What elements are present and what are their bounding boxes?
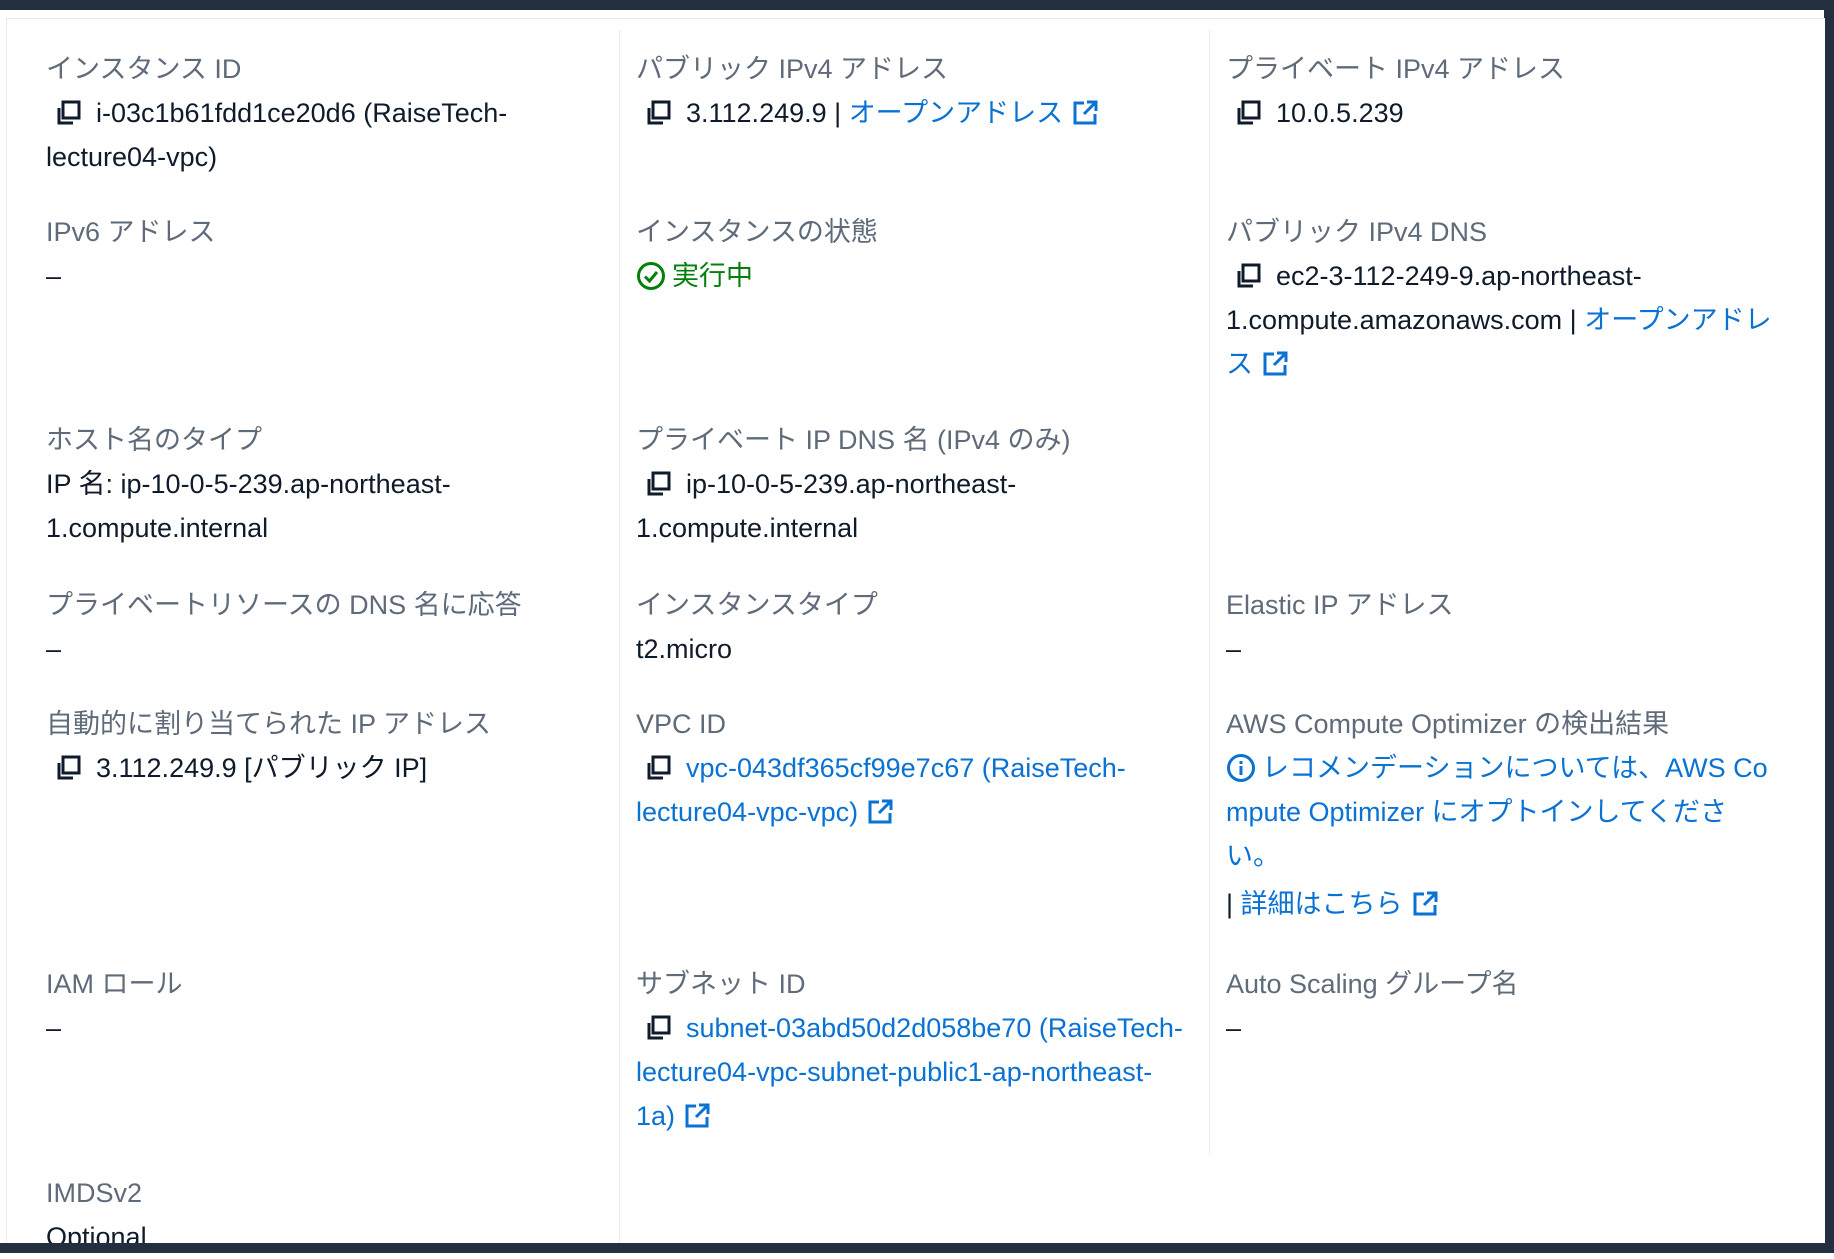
auto-ip-label: 自動的に割り当てられた IP アドレス xyxy=(46,709,492,739)
field-instance-type: インスタンスタイプ t2.micro xyxy=(636,583,1176,671)
compute-optimizer-label: AWS Compute Optimizer の検出結果 xyxy=(1226,709,1670,739)
instance-type-label: インスタンスタイプ xyxy=(636,590,878,620)
public-ipv4-value-row: 3.112.249.9 | オープンアドレス xyxy=(636,91,1176,135)
hostname-type-label: ホスト名のタイプ xyxy=(46,425,262,455)
copy-icon[interactable] xyxy=(54,99,82,127)
external-link-icon[interactable] xyxy=(1261,350,1289,378)
vpc-id-value-row: vpc-043df365cf99e7c67 (RaiseTech-lecture… xyxy=(636,746,1176,834)
info-line-2: mpute Optimizer にオプトインしてくださ xyxy=(1226,797,1727,827)
column-divider-2 xyxy=(1209,30,1210,1155)
copy-icon[interactable] xyxy=(644,470,672,498)
field-dns-answer: プライベートリソースの DNS 名に応答 – xyxy=(46,583,586,671)
public-dns-value: ec2-3-112-249-9.ap-northeast-1.compute.a… xyxy=(1226,261,1642,335)
field-private-dns: プライベート IP DNS 名 (IPv4 のみ) ip-10-0-5-239.… xyxy=(636,418,1086,550)
field-compute-optimizer: AWS Compute Optimizer の検出結果 レコメンデーションについ… xyxy=(1226,702,1796,926)
elastic-ip-label: Elastic IP アドレス xyxy=(1226,590,1454,620)
instance-state-value-row: 実行中 xyxy=(636,254,1176,298)
column-divider-1 xyxy=(619,30,620,1243)
field-public-ipv4: パブリック IPv4 アドレス 3.112.249.9 | オープンアドレス xyxy=(636,47,1176,135)
iam-role-label: IAM ロール xyxy=(46,969,183,999)
copy-icon[interactable] xyxy=(54,754,82,782)
external-link-icon[interactable] xyxy=(1071,99,1099,127)
field-private-ipv4: プライベート IPv4 アドレス 10.0.5.239 xyxy=(1226,47,1766,135)
field-ipv6: IPv6 アドレス – xyxy=(46,210,586,298)
subnet-id-link[interactable]: subnet-03abd50d2d058be70 (RaiseTech-lect… xyxy=(636,1013,1183,1131)
dns-answer-label: プライベートリソースの DNS 名に応答 xyxy=(46,590,522,620)
asg-name-label: Auto Scaling グループ名 xyxy=(1226,969,1519,999)
hostname-type-value: IP 名: ip-10-0-5-239.ap-northeast-1.compu… xyxy=(46,469,451,543)
instance-id-value: i-03c1b61fdd1ce20d6 (RaiseTech-lecture04… xyxy=(46,98,508,172)
copy-icon[interactable] xyxy=(644,99,672,127)
external-link-icon[interactable] xyxy=(1411,890,1439,918)
open-address-link[interactable]: オープンアドレス xyxy=(849,98,1063,128)
private-dns-value: ip-10-0-5-239.ap-northeast-1.compute.int… xyxy=(636,469,1017,543)
window-right-border xyxy=(1824,0,1834,1253)
private-dns-label: プライベート IP DNS 名 (IPv4 のみ) xyxy=(636,425,1071,455)
check-circle-icon xyxy=(637,262,665,290)
private-ipv4-value-row: 10.0.5.239 xyxy=(1226,91,1766,135)
field-instance-state: インスタンスの状態 実行中 xyxy=(636,210,1176,298)
vpc-id-label: VPC ID xyxy=(636,709,727,739)
public-dns-label: パブリック IPv4 DNS xyxy=(1226,217,1488,247)
external-link-icon[interactable] xyxy=(866,798,894,826)
external-link-icon[interactable] xyxy=(683,1102,711,1130)
subnet-id-value-row: subnet-03abd50d2d058be70 (RaiseTech-lect… xyxy=(636,1006,1186,1138)
field-auto-ip: 自動的に割り当てられた IP アドレス 3.112.249.9 [パブリック I… xyxy=(46,702,586,790)
window-top-bar xyxy=(0,0,1834,10)
ipv6-label: IPv6 アドレス xyxy=(46,217,216,247)
field-subnet-id: サブネット ID subnet-03abd50d2d058be70 (Raise… xyxy=(636,962,1186,1138)
private-dns-value-row: ip-10-0-5-239.ap-northeast-1.compute.int… xyxy=(636,462,1086,550)
private-ipv4-label: プライベート IPv4 アドレス xyxy=(1226,54,1566,84)
dns-answer-value: – xyxy=(46,634,62,664)
info-line-1: レコメンデーションについては、AWS Co xyxy=(1226,746,1796,790)
field-asg-name: Auto Scaling グループ名 – xyxy=(1226,962,1766,1050)
learn-more-row: | 詳細はこちら xyxy=(1226,882,1796,926)
info-icon xyxy=(1227,754,1255,782)
copy-icon[interactable] xyxy=(644,1014,672,1042)
separator: | xyxy=(834,98,842,128)
auto-ip-value-row: 3.112.249.9 [パブリック IP] xyxy=(46,746,586,790)
instance-state-value: 実行中 xyxy=(672,261,753,291)
window-bottom-bar xyxy=(0,1243,1834,1253)
instance-state-label: インスタンスの状態 xyxy=(636,217,878,247)
public-ipv4-label: パブリック IPv4 アドレス xyxy=(636,54,949,84)
separator: | xyxy=(1569,305,1577,335)
elastic-ip-value: – xyxy=(1226,634,1242,664)
info-text-1: レコメンデーションについては、AWS Co xyxy=(1262,753,1768,783)
private-ipv4-value: 10.0.5.239 xyxy=(1276,98,1404,128)
learn-more-link[interactable]: 詳細はこちら xyxy=(1241,889,1403,919)
subnet-id-label: サブネット ID xyxy=(636,969,806,999)
copy-icon[interactable] xyxy=(644,754,672,782)
separator: | xyxy=(1226,889,1234,919)
field-instance-id: インスタンス ID i-03c1b61fdd1ce20d6 (RaiseTech… xyxy=(46,47,566,179)
field-elastic-ip: Elastic IP アドレス – xyxy=(1226,583,1766,671)
field-iam-role: IAM ロール – xyxy=(46,962,586,1050)
info-line-3: い。 xyxy=(1226,841,1280,871)
auto-ip-value: 3.112.249.9 [パブリック IP] xyxy=(96,753,428,783)
copy-icon[interactable] xyxy=(1234,99,1262,127)
instance-type-value: t2.micro xyxy=(636,634,733,664)
instance-id-value-row: i-03c1b61fdd1ce20d6 (RaiseTech-lecture04… xyxy=(46,91,566,179)
field-vpc-id: VPC ID vpc-043df365cf99e7c67 (RaiseTech-… xyxy=(636,702,1176,834)
imdsv2-label: IMDSv2 xyxy=(46,1178,143,1208)
field-hostname-type: ホスト名のタイプ IP 名: ip-10-0-5-239.ap-northeas… xyxy=(46,418,546,550)
field-public-dns: パブリック IPv4 DNS ec2-3-112-249-9.ap-northe… xyxy=(1226,210,1776,386)
compute-optimizer-info: レコメンデーションについては、AWS Co mpute Optimizer にオ… xyxy=(1226,746,1796,878)
instance-id-label: インスタンス ID xyxy=(46,54,242,84)
public-ipv4-value: 3.112.249.9 xyxy=(686,98,827,128)
iam-role-value: – xyxy=(46,1013,62,1043)
asg-name-value: – xyxy=(1226,1013,1242,1043)
public-dns-value-row: ec2-3-112-249-9.ap-northeast-1.compute.a… xyxy=(1226,254,1776,386)
copy-icon[interactable] xyxy=(1234,262,1262,290)
ipv6-value: – xyxy=(46,261,62,291)
